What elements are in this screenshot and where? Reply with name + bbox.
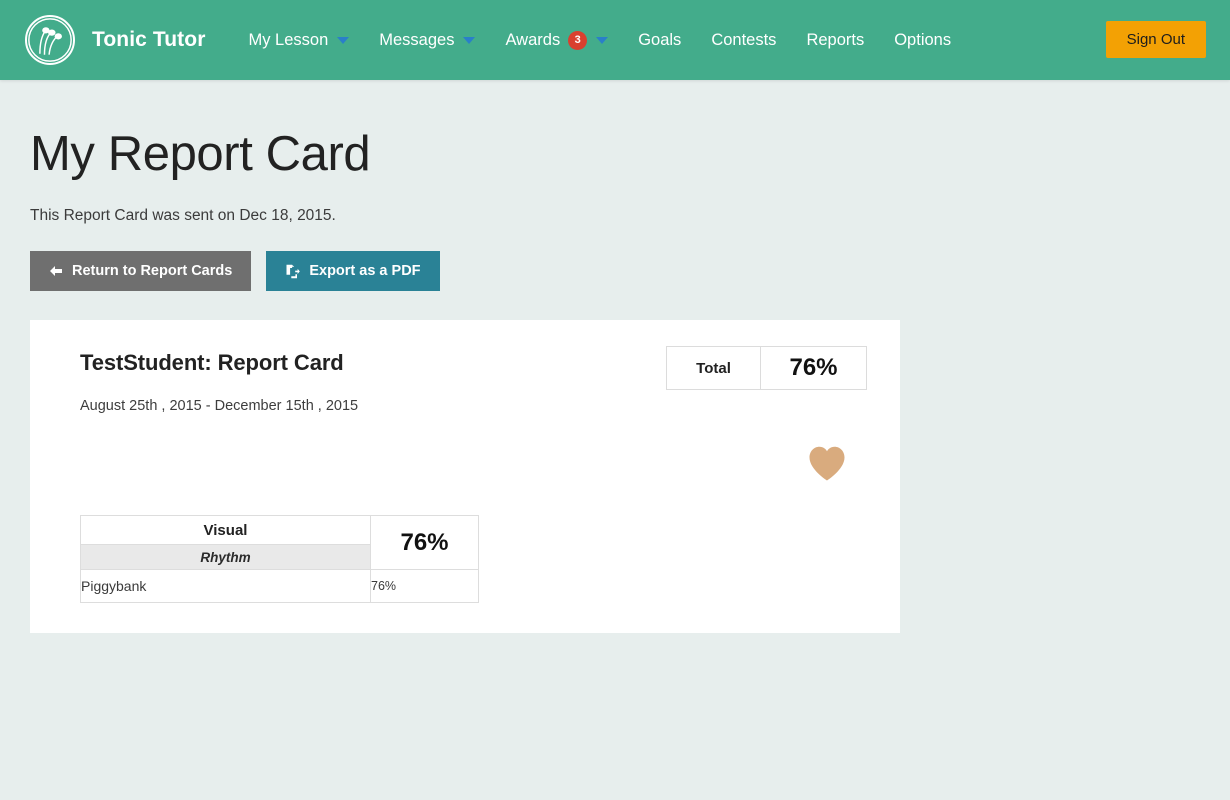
nav-item-label: Awards (505, 31, 560, 50)
nav-item-options[interactable]: Options (879, 0, 966, 80)
top-navbar: Tonic Tutor My Lesson Messages Awards 3 … (0, 0, 1230, 80)
nav-item-label: Goals (638, 31, 681, 50)
sign-out-button[interactable]: Sign Out (1106, 21, 1206, 58)
chevron-down-icon (463, 37, 475, 44)
page-subtitle: This Report Card was sent on Dec 18, 201… (30, 207, 1200, 225)
category-score-cell: 76% (371, 516, 479, 570)
nav-item-reports[interactable]: Reports (791, 0, 879, 80)
chevron-down-icon (337, 37, 349, 44)
action-button-row: Return to Report Cards Export as a PDF (30, 251, 1200, 291)
nav-links: My Lesson Messages Awards 3 Goals Contes… (233, 0, 966, 80)
nav-item-my-lesson[interactable]: My Lesson (233, 0, 364, 80)
nav-item-messages[interactable]: Messages (364, 0, 490, 80)
item-score-cell: 76% (371, 570, 479, 603)
brand[interactable]: Tonic Tutor (25, 15, 205, 65)
award-row (50, 444, 847, 482)
subcategory-cell: Rhythm (81, 545, 371, 570)
return-to-report-cards-button[interactable]: Return to Report Cards (30, 251, 251, 291)
brand-name: Tonic Tutor (92, 28, 205, 52)
page-title: My Report Card (30, 80, 1200, 180)
nav-item-awards[interactable]: Awards 3 (490, 0, 623, 80)
arrow-left-icon (49, 265, 63, 277)
export-as-pdf-label: Export as a PDF (309, 263, 420, 279)
total-label: Total (667, 347, 761, 389)
report-card-panel: TestStudent: Report Card August 25th , 2… (30, 320, 900, 633)
export-as-pdf-button[interactable]: Export as a PDF (266, 251, 439, 291)
nav-item-label: Messages (379, 31, 454, 50)
total-score-box: Total 76% (666, 346, 867, 390)
nav-item-label: Reports (806, 31, 864, 50)
page-content: My Report Card This Report Card was sent… (0, 80, 1230, 633)
report-card-heading-group: TestStudent: Report Card August 25th , 2… (50, 342, 358, 414)
report-card-header: TestStudent: Report Card August 25th , 2… (50, 342, 870, 414)
table-row-category: Visual 76% (81, 516, 479, 545)
nav-item-label: Contests (711, 31, 776, 50)
category-cell: Visual (81, 516, 371, 545)
return-to-report-cards-label: Return to Report Cards (72, 263, 232, 279)
table-row: Piggybank 76% (81, 570, 479, 603)
chevron-down-icon (596, 37, 608, 44)
tonic-tutor-logo-icon (25, 15, 75, 65)
export-page-icon (285, 264, 300, 279)
report-card-results-table: Visual 76% Rhythm Piggybank 76% (80, 515, 479, 603)
total-value: 76% (761, 347, 866, 389)
report-card-date-range: August 25th , 2015 - December 15th , 201… (80, 398, 358, 414)
report-card-title: TestStudent: Report Card (80, 350, 358, 376)
nav-item-contests[interactable]: Contests (696, 0, 791, 80)
nav-item-goals[interactable]: Goals (623, 0, 696, 80)
nav-item-label: Options (894, 31, 951, 50)
item-name-cell: Piggybank (81, 570, 371, 603)
nav-item-label: My Lesson (248, 31, 328, 50)
heart-icon (807, 444, 847, 482)
awards-count-badge: 3 (568, 31, 587, 50)
